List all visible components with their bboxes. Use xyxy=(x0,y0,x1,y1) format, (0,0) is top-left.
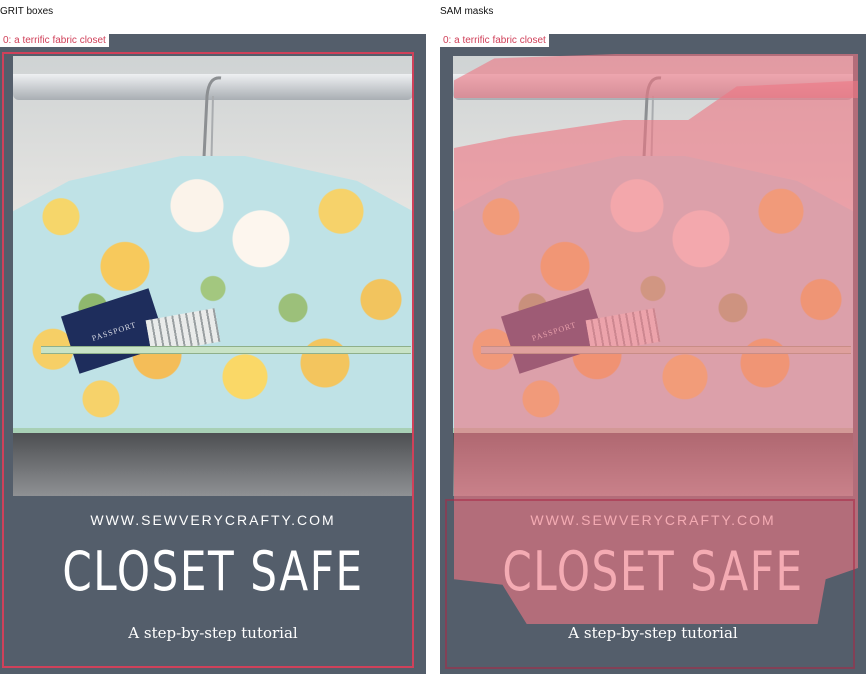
zipper xyxy=(481,346,851,354)
poster-url: WWW.SEWVERYCRAFTY.COM xyxy=(90,512,336,528)
sam-panel-title: SAM masks xyxy=(440,6,494,17)
poster-photo: PASSPORT xyxy=(453,56,853,496)
bag-trim xyxy=(453,428,853,433)
grit-panel-title: GRIT boxes xyxy=(0,6,54,17)
detection-box-label: 0: a terrific fabric closet xyxy=(0,34,109,47)
mask-label: 0: a terrific fabric closet xyxy=(440,34,549,47)
poster-photo: PASSPORT xyxy=(13,56,413,496)
fabric-closet-bag xyxy=(453,156,853,432)
poster-heading: CLOSET SAFE xyxy=(62,540,364,603)
grit-panel: PASSPORT WWW.SEWVERYCRAFTY.COM CLOSET SA… xyxy=(0,34,426,674)
poster-subtitle: A step-by-step tutorial xyxy=(128,624,298,642)
zipper xyxy=(41,346,411,354)
wall-shadow xyxy=(13,431,413,496)
wall-shadow xyxy=(453,431,853,496)
fabric-closet-bag xyxy=(13,156,413,432)
poster-url: WWW.SEWVERYCRAFTY.COM xyxy=(530,512,776,528)
poster-heading: CLOSET SAFE xyxy=(502,540,804,603)
poster-subtitle: A step-by-step tutorial xyxy=(568,624,738,642)
sam-panel: PASSPORT WWW.SEWVERYCRAFTY.COM CLOSET SA… xyxy=(440,34,866,674)
bag-trim xyxy=(13,428,413,433)
